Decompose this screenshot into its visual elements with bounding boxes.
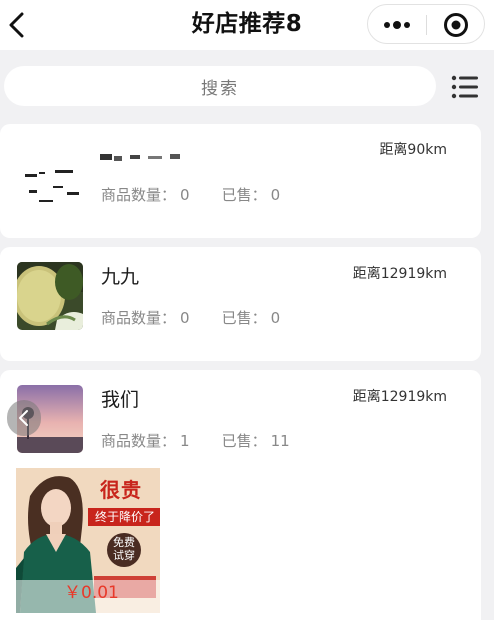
more-dot-icon	[393, 21, 401, 29]
goods-count-value: 0	[180, 186, 190, 204]
product-badge-sub: 终于降价了	[94, 510, 155, 524]
sold-count-value: 0	[270, 309, 281, 327]
chevron-left-icon	[19, 410, 28, 426]
shop-stats: 商品数量： 1 已售： 11	[101, 430, 294, 452]
list-menu-button[interactable]	[450, 72, 480, 102]
shop-distance: 距离90km	[379, 142, 447, 158]
sold-count-label: 已售：	[221, 186, 267, 204]
search-placeholder: 搜索	[201, 78, 239, 99]
shop-thumbnail	[17, 262, 83, 330]
search-input[interactable]: 搜索	[4, 66, 436, 106]
shop-name: 我们	[101, 389, 140, 411]
shop-card[interactable]: 九九 距离12919km 商品数量： 0 已售： 0	[0, 247, 481, 361]
product-price: ￥0.01	[64, 583, 119, 603]
shop-distance: 距离12919km	[352, 389, 447, 405]
product-badge-circle: 免费试穿	[113, 536, 135, 562]
floating-back-button[interactable]	[7, 400, 41, 436]
sold-count-label: 已售：	[221, 432, 267, 450]
more-dot-icon	[384, 22, 390, 28]
shop-distance: 距离12919km	[352, 266, 447, 282]
goods-count-label: 商品数量：	[101, 432, 177, 450]
shop-stats: 商品数量： 0 已售： 0	[101, 307, 284, 329]
product-badge-main: 很贵	[100, 478, 142, 502]
more-button[interactable]	[368, 5, 426, 45]
shop-stats: 商品数量： 0 已售： 0	[101, 184, 284, 206]
goods-count-value: 0	[180, 309, 190, 327]
goods-count-label: 商品数量：	[101, 309, 177, 327]
close-mini-program-button[interactable]	[427, 5, 485, 45]
mini-program-capsule	[367, 4, 485, 44]
shop-card[interactable]: 我们 距离12919km 商品数量： 1 已售： 11 很贵 终于降价了 免费试穿 ￥…	[0, 370, 481, 620]
goods-count-label: 商品数量：	[101, 186, 177, 204]
sold-count-value: 11	[270, 432, 290, 450]
sold-count-label: 已售：	[221, 309, 267, 327]
nav-bar: 好店推荐8	[0, 0, 494, 50]
search-row: 搜索	[0, 56, 494, 116]
goods-count-value: 1	[180, 432, 190, 450]
shop-card[interactable]: 距离90km 商品数量： 0 已售： 0	[0, 124, 481, 238]
avocado-image	[17, 262, 83, 330]
target-close-icon	[444, 13, 468, 37]
product-item[interactable]: 很贵 终于降价了 免费试穿 ￥0.01	[16, 468, 160, 613]
list-icon	[451, 75, 478, 99]
blurred-shop-name	[100, 154, 180, 161]
broken-image-icon	[25, 170, 79, 202]
sold-count-value: 0	[270, 186, 281, 204]
more-dot-icon	[404, 22, 410, 28]
shop-thumbnail	[17, 146, 83, 214]
shop-name: 九九	[101, 266, 140, 288]
